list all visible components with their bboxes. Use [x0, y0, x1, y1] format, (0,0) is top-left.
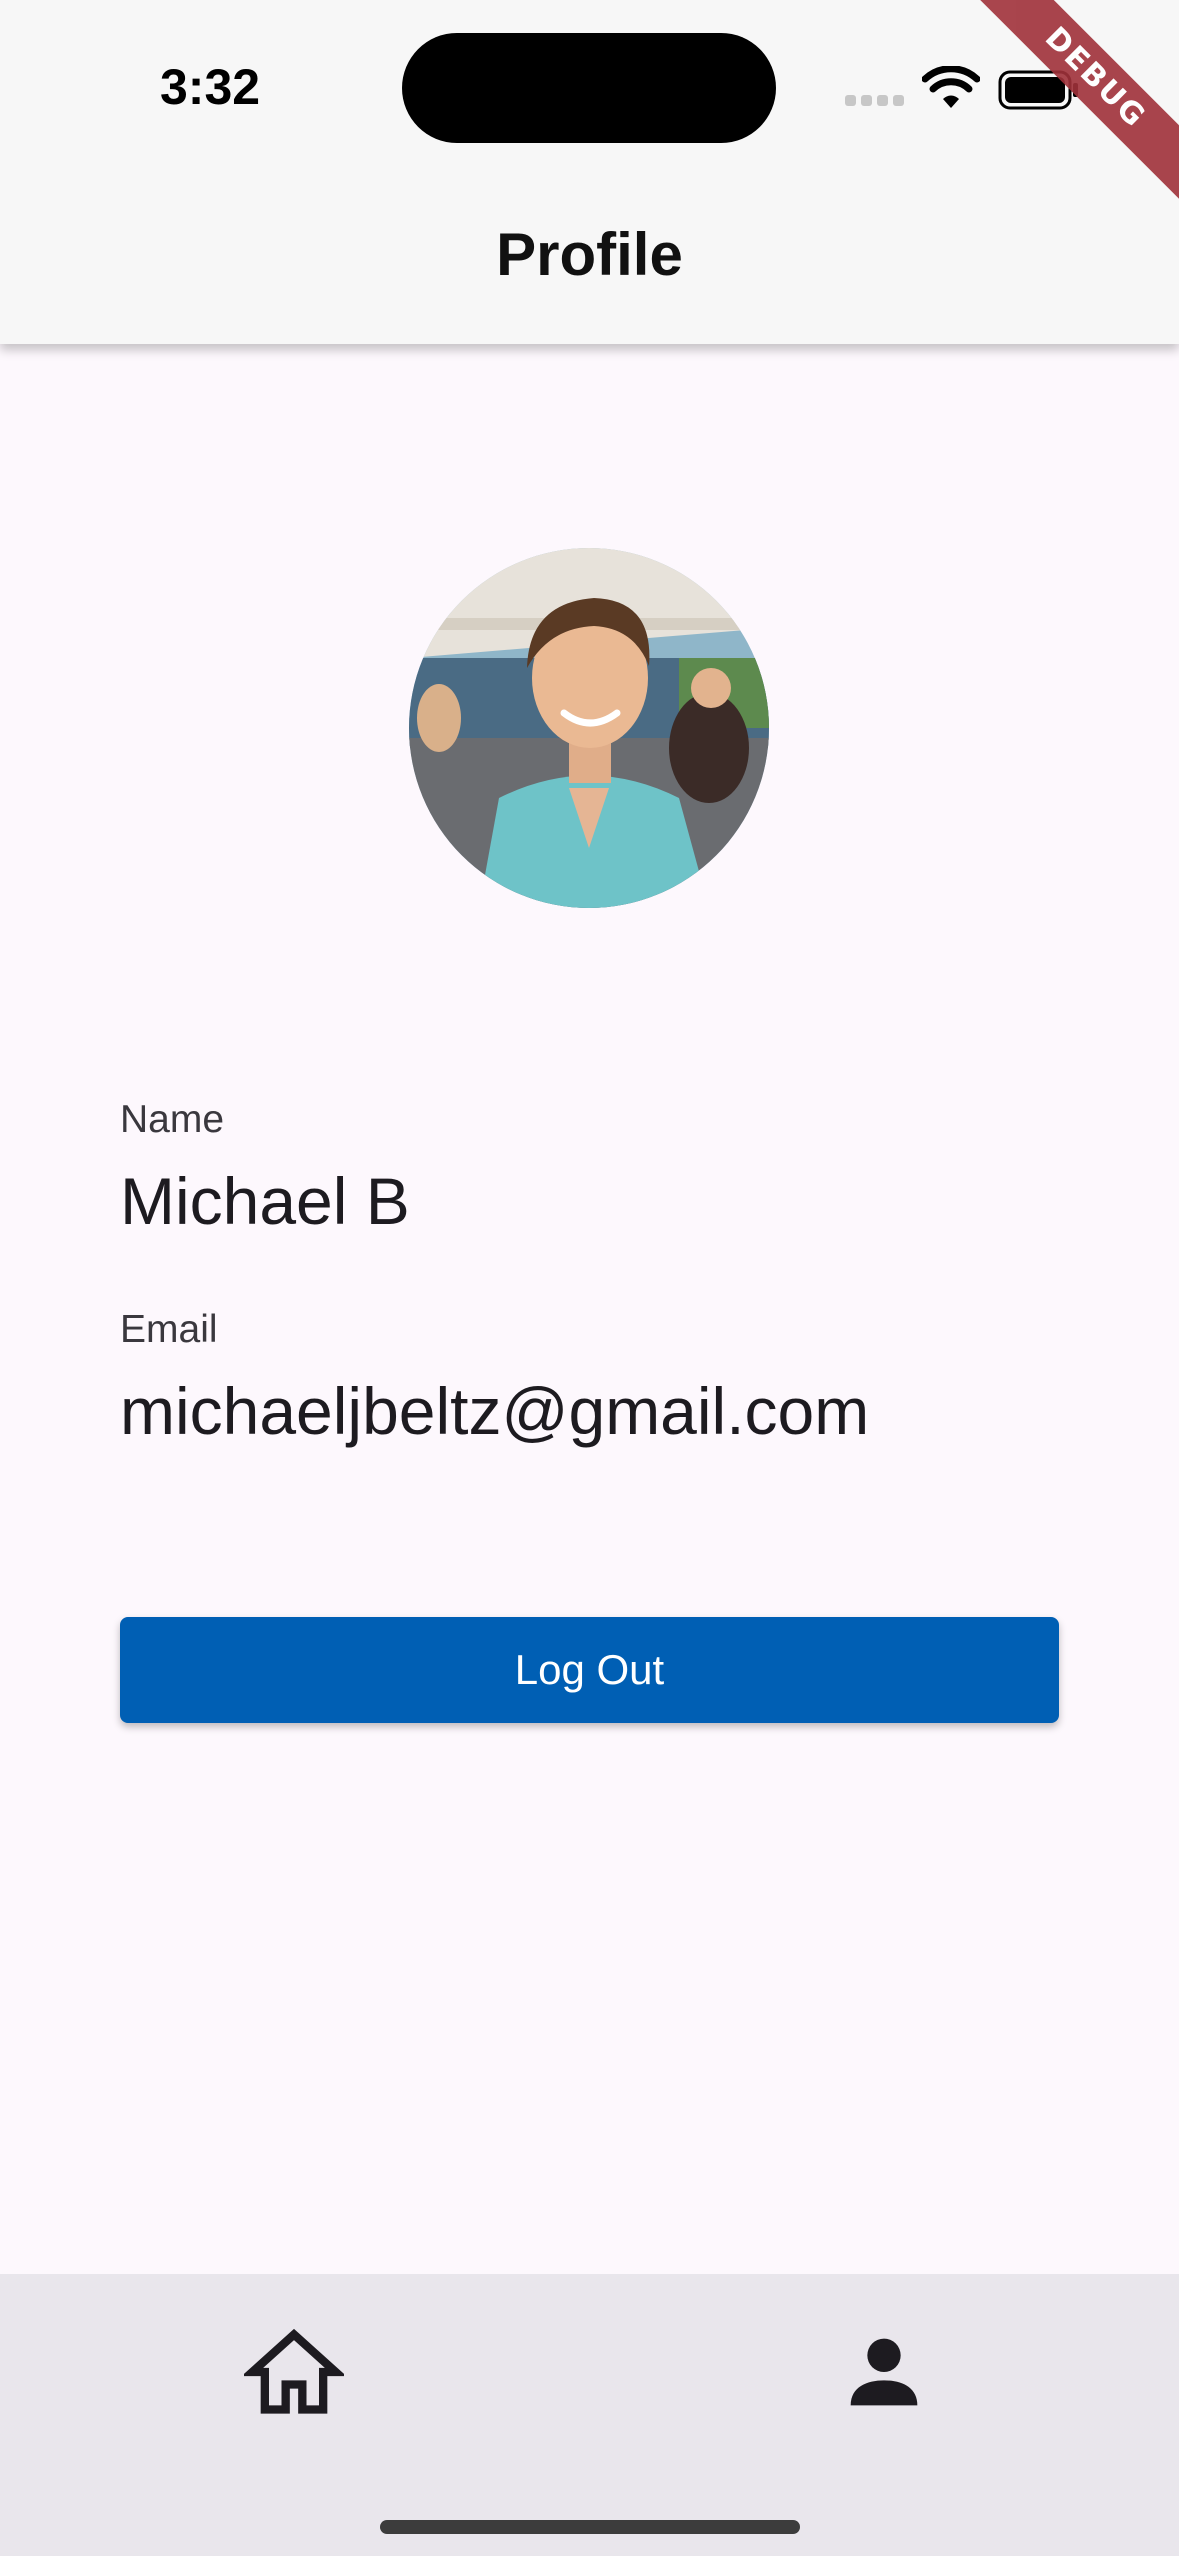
email-label: Email	[120, 1308, 218, 1351]
avatar-photo	[409, 548, 769, 908]
home-indicator	[380, 2520, 800, 2534]
dynamic-island	[402, 33, 776, 143]
page-title: Profile	[496, 221, 683, 288]
nav-home[interactable]	[241, 2322, 347, 2422]
nav-profile[interactable]	[834, 2322, 934, 2422]
cellular-signal-icon	[845, 95, 905, 107]
bottom-navigation	[0, 2274, 1179, 2556]
name-label: Name	[120, 1098, 225, 1141]
home-icon	[241, 2328, 347, 2414]
name-value: Michael B	[120, 1164, 410, 1238]
profile-screen: 3:32 Profile DEBUG Name Michael B Email …	[0, 0, 1179, 2556]
email-value: michaeljbeltz@gmail.com	[120, 1374, 870, 1448]
logout-button[interactable]: Log Out	[120, 1617, 1059, 1723]
status-time: 3:32	[160, 59, 261, 115]
avatar	[409, 548, 769, 908]
top-bar: 3:32 Profile	[0, 0, 1179, 344]
person-icon	[850, 2338, 918, 2406]
wifi-icon	[922, 66, 980, 108]
